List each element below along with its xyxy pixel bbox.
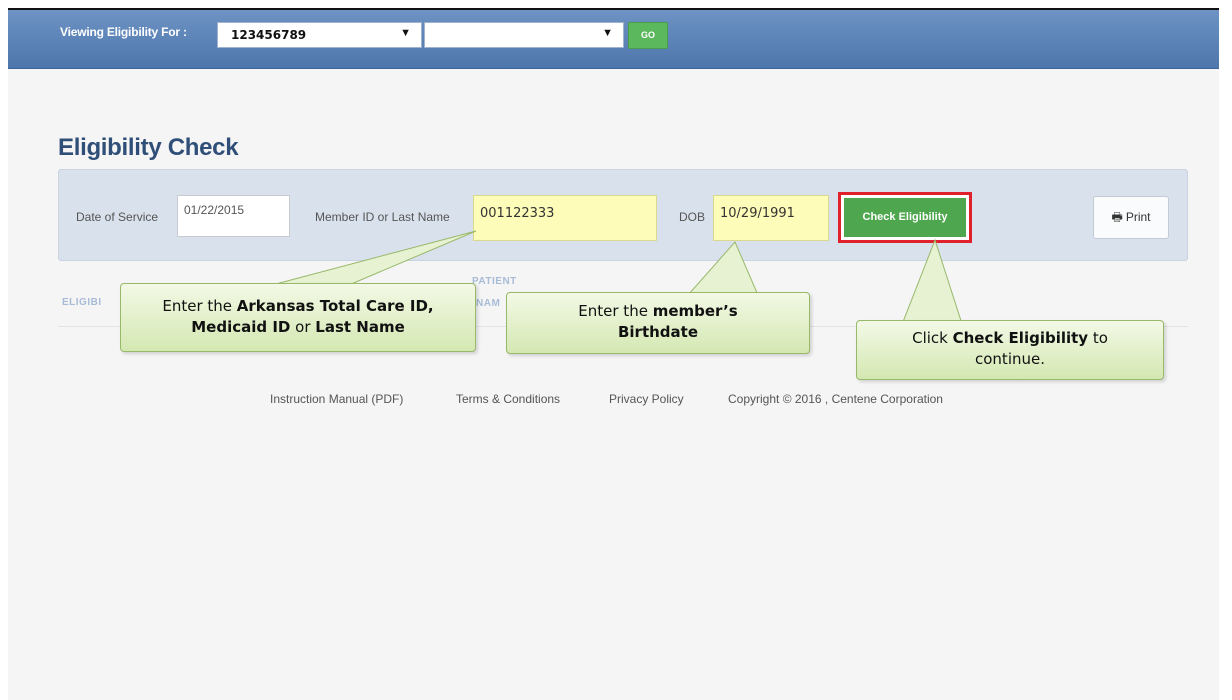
dob-callout: Enter the member’s Birthdate bbox=[506, 292, 810, 354]
check-eligibility-callout: Click Check Eligibility to continue. bbox=[856, 320, 1164, 380]
member-id-callout: Enter the Arkansas Total Care ID, Medica… bbox=[120, 283, 476, 352]
callout-text-bold: Medicaid ID bbox=[191, 318, 291, 336]
callout-text-bold: Arkansas Total Care ID, bbox=[236, 297, 434, 315]
callout-text-bold: Birthdate bbox=[617, 323, 699, 341]
callout-text: Enter the bbox=[578, 302, 653, 320]
footer-link-privacy[interactable]: Privacy Policy bbox=[609, 392, 684, 406]
callout-text: or bbox=[290, 318, 316, 336]
callout-text-bold: Check Eligibility bbox=[952, 329, 1089, 347]
callout-text-bold: Last Name bbox=[315, 318, 405, 336]
callout-text: to bbox=[1088, 329, 1108, 347]
footer-link-terms[interactable]: Terms & Conditions bbox=[456, 392, 560, 406]
app-frame: Viewing Eligibility For : 123456789 ▼ ▼ … bbox=[8, 8, 1219, 700]
callout-text: Enter the bbox=[162, 297, 237, 315]
footer-link-manual[interactable]: Instruction Manual (PDF) bbox=[270, 392, 403, 406]
callout-text: Click bbox=[912, 329, 953, 347]
callout-text: continue. bbox=[975, 350, 1045, 368]
footer-copyright: Copyright © 2016 , Centene Corporation bbox=[728, 392, 943, 406]
callout-text-bold: member’s bbox=[652, 302, 738, 320]
